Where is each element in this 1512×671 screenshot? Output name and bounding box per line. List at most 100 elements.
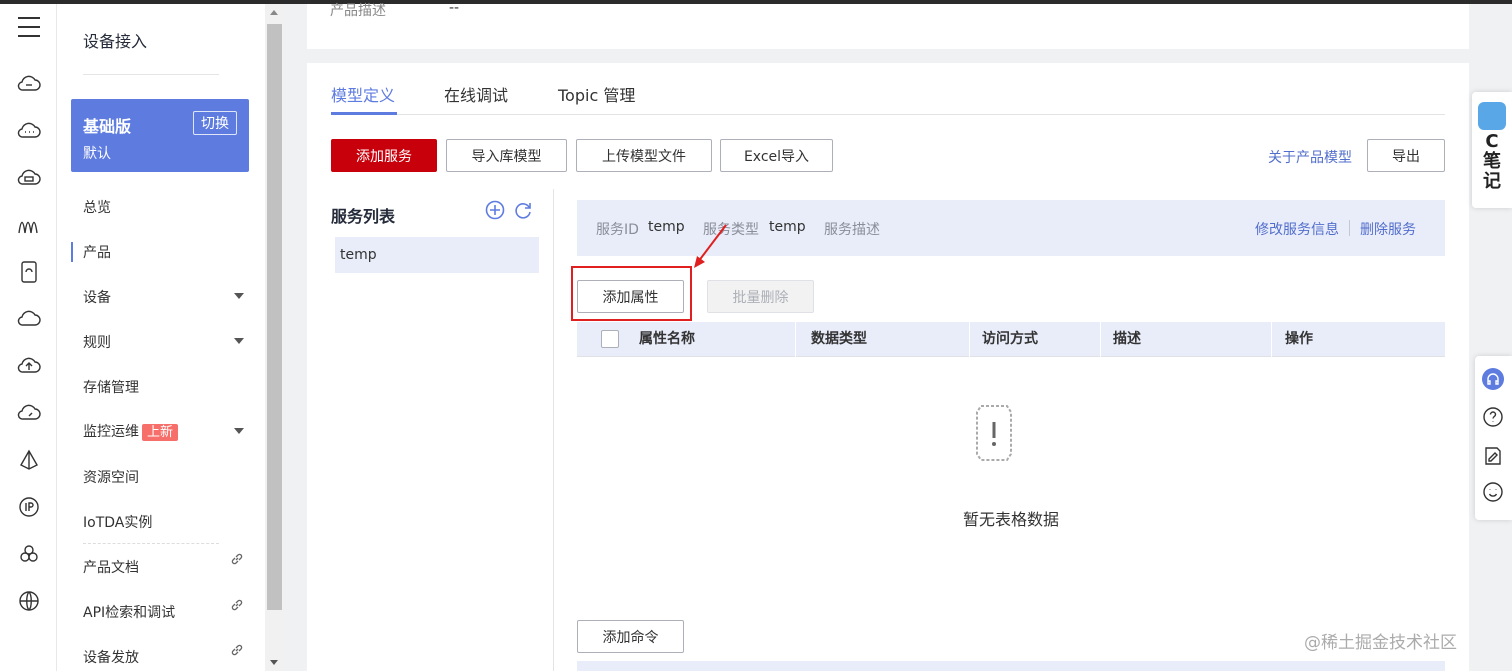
sidebar-item-iotda-instance[interactable]: IoTDA实例 bbox=[83, 512, 152, 532]
export-button[interactable]: 导出 bbox=[1367, 139, 1445, 172]
add-service-button[interactable]: 添加服务 bbox=[331, 139, 437, 172]
divider bbox=[795, 322, 796, 357]
chevron-down-icon[interactable] bbox=[234, 428, 244, 434]
batch-delete-button[interactable]: 批量删除 bbox=[707, 280, 814, 313]
new-badge: 上新 bbox=[142, 424, 179, 441]
sidebar-item-product[interactable]: 产品 bbox=[83, 242, 111, 262]
sidebar-item-api-explorer[interactable]: API检索和调试 bbox=[83, 602, 175, 622]
headset-icon[interactable] bbox=[1481, 367, 1505, 391]
add-circle-icon[interactable] bbox=[485, 200, 505, 220]
active-tab-indicator bbox=[331, 112, 397, 115]
sidebar-item-device[interactable]: 设备 bbox=[83, 287, 111, 307]
about-product-model-link[interactable]: 关于产品模型 bbox=[1268, 147, 1352, 167]
external-link-icon[interactable] bbox=[230, 552, 244, 566]
cloud-dots-icon[interactable] bbox=[16, 118, 42, 144]
plan-name: 基础版 bbox=[83, 117, 132, 136]
delete-service-link[interactable]: 删除服务 bbox=[1360, 219, 1416, 239]
sidebar-item-resource-space[interactable]: 资源空间 bbox=[83, 467, 139, 487]
empty-table-text: 暂无表格数据 bbox=[962, 510, 1059, 529]
service-type-value: temp bbox=[769, 219, 806, 235]
service-description-label: 服务描述 bbox=[824, 222, 880, 238]
smiley-icon[interactable] bbox=[1481, 480, 1505, 504]
product-description-value: -- bbox=[449, 0, 460, 16]
highlight-box bbox=[571, 266, 692, 321]
device-icon[interactable] bbox=[16, 259, 42, 285]
divider bbox=[1271, 322, 1272, 357]
tab-bar: 模型定义 在线调试 Topic 管理 bbox=[331, 63, 1445, 115]
sidebar-item-rules[interactable]: 规则 bbox=[83, 332, 111, 352]
cluster-icon[interactable] bbox=[16, 541, 42, 567]
tab-model-definition[interactable]: 模型定义 bbox=[331, 82, 395, 106]
sidebar-scrollbar[interactable] bbox=[265, 4, 284, 671]
tab-topic-management[interactable]: Topic 管理 bbox=[558, 82, 635, 106]
plan-card: 基础版 默认 切换 bbox=[71, 99, 249, 172]
chevron-down-icon[interactable] bbox=[234, 293, 244, 299]
service-list-item[interactable]: temp bbox=[335, 237, 539, 273]
notes-widget-label: C 笔 记 bbox=[1483, 131, 1501, 192]
divider bbox=[969, 322, 970, 357]
upload-model-file-button[interactable]: 上传模型文件 bbox=[576, 139, 712, 172]
active-indicator bbox=[71, 242, 73, 262]
divider bbox=[1349, 220, 1350, 236]
sidebar-item-overview[interactable]: 总览 bbox=[83, 197, 111, 217]
sidebar-item-monitoring[interactable]: 监控运维 上新 bbox=[83, 421, 179, 441]
divider bbox=[553, 189, 554, 671]
menu-icon[interactable] bbox=[16, 14, 42, 40]
column-property-name[interactable]: 属性名称 bbox=[639, 322, 695, 357]
icon-rail bbox=[0, 4, 57, 671]
service-list-actions bbox=[485, 200, 533, 220]
cloud-icon[interactable] bbox=[16, 306, 42, 332]
service-id-value: temp bbox=[648, 219, 685, 235]
cloud-device-icon[interactable] bbox=[16, 71, 42, 97]
cloud-speed-icon[interactable] bbox=[16, 400, 42, 426]
select-all-checkbox[interactable] bbox=[601, 330, 619, 348]
sidebar-item-product-docs[interactable]: 产品文档 bbox=[83, 557, 139, 577]
scroll-down-icon[interactable] bbox=[270, 660, 278, 665]
divider bbox=[1100, 322, 1101, 357]
command-table-header bbox=[577, 661, 1445, 671]
ip-icon[interactable] bbox=[16, 494, 42, 520]
product-description-label: 产品描述 bbox=[330, 3, 386, 19]
column-data-type[interactable]: 数据类型 bbox=[811, 322, 867, 357]
scroll-up-icon[interactable] bbox=[270, 10, 278, 15]
help-icon[interactable] bbox=[1481, 405, 1505, 429]
external-link-icon[interactable] bbox=[230, 598, 244, 612]
notes-widget[interactable]: C 笔 记 bbox=[1472, 92, 1512, 208]
product-info-panel: 产品描述 -- bbox=[307, 0, 1469, 49]
column-description[interactable]: 描述 bbox=[1113, 322, 1141, 357]
edit-service-link[interactable]: 修改服务信息 bbox=[1255, 219, 1339, 239]
add-command-button[interactable]: 添加命令 bbox=[577, 620, 684, 653]
cloud-upload-icon[interactable] bbox=[16, 353, 42, 379]
excel-import-button[interactable]: Excel导入 bbox=[720, 139, 833, 172]
pyramid-icon[interactable] bbox=[16, 447, 42, 473]
divider bbox=[83, 74, 219, 75]
notes-logo-icon bbox=[1478, 102, 1506, 130]
globe-icon[interactable] bbox=[16, 588, 42, 614]
column-access-mode[interactable]: 访问方式 bbox=[982, 322, 1038, 357]
external-link-icon[interactable] bbox=[230, 643, 244, 657]
cloud-box-icon[interactable] bbox=[16, 165, 42, 191]
watermark: @稀土掘金技术社区 bbox=[1304, 633, 1457, 653]
annotation-arrow-icon bbox=[694, 224, 727, 268]
plan-instance: 默认 bbox=[83, 146, 111, 162]
service-id-label: 服务ID bbox=[596, 222, 639, 238]
column-actions[interactable]: 操作 bbox=[1285, 322, 1313, 357]
chevron-down-icon[interactable] bbox=[234, 338, 244, 344]
scroll-thumb[interactable] bbox=[267, 24, 282, 610]
tab-online-debug[interactable]: 在线调试 bbox=[444, 82, 508, 106]
refresh-icon[interactable] bbox=[513, 200, 533, 220]
service-list-title: 服务列表 bbox=[331, 207, 396, 226]
waves-icon[interactable] bbox=[16, 212, 42, 238]
sidebar-item-device-provisioning[interactable]: 设备发放 bbox=[83, 647, 139, 667]
divider bbox=[83, 543, 219, 544]
feedback-icon[interactable] bbox=[1481, 444, 1505, 468]
import-library-model-button[interactable]: 导入库模型 bbox=[446, 139, 567, 172]
sidebar: 设备接入 基础版 默认 切换 总览 产品 设备 规则 存储管理 监控运维 上新 资… bbox=[57, 4, 265, 671]
sidebar-title: 设备接入 bbox=[83, 32, 148, 51]
help-toolbar bbox=[1475, 356, 1512, 520]
sidebar-item-storage[interactable]: 存储管理 bbox=[83, 377, 139, 397]
empty-data-icon bbox=[976, 405, 1012, 461]
plan-switch-button[interactable]: 切换 bbox=[193, 111, 237, 135]
property-table-header: 属性名称 数据类型 访问方式 描述 操作 bbox=[577, 322, 1445, 357]
sidebar-item-label: 监控运维 bbox=[83, 424, 139, 440]
